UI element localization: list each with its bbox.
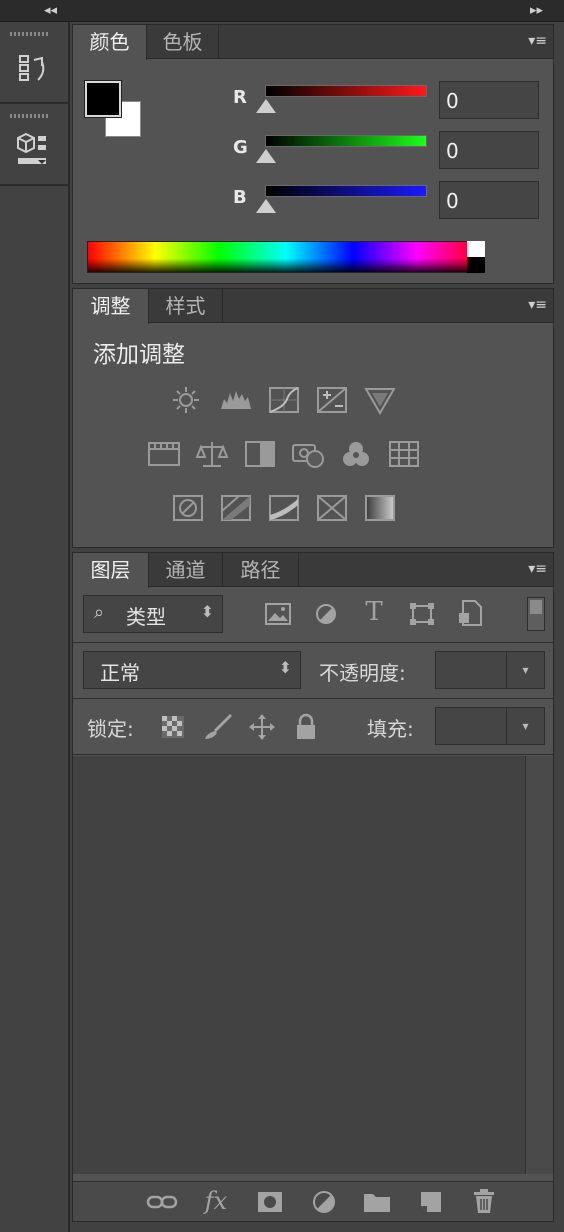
new-layer-icon[interactable] (415, 1188, 445, 1216)
channel-mixer-icon[interactable] (339, 439, 373, 469)
spectrum-white-sample[interactable] (467, 241, 485, 257)
adjustments-panel: 调整 样式 ▾≡ 添加调整 (72, 288, 554, 548)
chevron-down-icon: ▾ (522, 719, 529, 733)
panel-menu-icon[interactable]: ▾≡ (517, 293, 547, 317)
tab-paths[interactable]: 路径 (223, 553, 299, 587)
3d-properties-icon[interactable] (14, 130, 50, 170)
filter-pixel-icon[interactable] (263, 601, 293, 627)
channel-label-g: G (233, 137, 248, 158)
tab-color[interactable]: 颜色 (73, 25, 147, 60)
gradient-map-icon[interactable] (363, 493, 397, 523)
channel-label-r: R (233, 87, 247, 108)
posterize-icon[interactable] (219, 493, 253, 523)
threshold-icon[interactable] (267, 493, 301, 523)
layer-list[interactable] (73, 756, 525, 1174)
levels-icon[interactable] (219, 385, 253, 415)
add-adjustment-title: 添加调整 (93, 342, 185, 368)
color-panel-tabbar: 颜色 色板 ▾≡ (73, 25, 553, 60)
tab-layers[interactable]: 图层 (73, 553, 149, 588)
fill-input[interactable]: ▾ (435, 707, 545, 745)
blend-mode-value: 正常 (100, 661, 140, 685)
tab-swatches[interactable]: 色板 (147, 25, 219, 59)
opacity-label: 不透明度: (319, 661, 406, 685)
updown-icon: ⬍ (200, 602, 214, 621)
layers-tabbar: 图层 通道 路径 ▾≡ (73, 553, 553, 588)
slider-thumb-red[interactable] (256, 99, 276, 113)
dock-grip[interactable] (10, 32, 50, 36)
layer-mask-icon[interactable] (255, 1188, 285, 1216)
layers-footer: fx (73, 1181, 553, 1221)
channel-label-b: B (233, 187, 247, 208)
slider-red[interactable] (265, 85, 427, 97)
filter-smart-object-icon[interactable] (455, 599, 485, 627)
slider-thumb-green[interactable] (256, 149, 276, 163)
blend-mode-dropdown[interactable]: 正常 ⬍ (83, 651, 301, 689)
link-layers-icon[interactable] (145, 1188, 179, 1216)
brightness-contrast-icon[interactable] (169, 385, 203, 415)
layer-filter-row: ⌕ 类型 ⬍ T (73, 587, 553, 643)
input-green[interactable]: 0 (439, 131, 539, 169)
filter-type-icon[interactable]: T (359, 597, 389, 627)
foreground-color-swatch[interactable] (84, 80, 122, 118)
fill-label: 填充: (367, 717, 414, 741)
trash-icon[interactable] (469, 1186, 499, 1216)
collapse-left-icon[interactable]: ◂◂ (44, 0, 57, 22)
adjustments-tabbar: 调整 样式 ▾≡ (73, 289, 553, 324)
filter-toggle-switch[interactable] (527, 597, 545, 631)
color-balance-icon[interactable] (195, 439, 229, 469)
dock-divider (0, 102, 68, 104)
color-panel: 颜色 色板 ▾≡ R 0 G 0 B 0 (72, 24, 554, 284)
opacity-dropdown-arrow[interactable]: ▾ (506, 652, 544, 688)
slider-thumb-blue[interactable] (256, 199, 276, 213)
blend-row: 正常 ⬍ 不透明度: ▾ (73, 643, 553, 699)
filter-adjustment-icon[interactable] (311, 601, 341, 627)
fill-dropdown-arrow[interactable]: ▾ (506, 708, 544, 744)
opacity-input[interactable]: ▾ (435, 651, 545, 689)
slider-blue[interactable] (265, 185, 427, 197)
vibrance-icon[interactable] (363, 385, 397, 415)
color-spectrum[interactable] (87, 241, 485, 273)
collapse-right-icon[interactable]: ▸▸ (530, 0, 543, 22)
search-icon: ⌕ (94, 602, 105, 623)
invert-icon[interactable] (171, 493, 205, 523)
adjustment-layer-icon[interactable] (309, 1188, 339, 1216)
chevron-down-icon: ▾ (522, 663, 529, 677)
selective-color-icon[interactable] (315, 493, 349, 523)
panel-menu-icon[interactable]: ▾≡ (517, 557, 547, 581)
top-bar: ◂◂ ▸▸ (0, 0, 564, 22)
exposure-icon[interactable] (315, 385, 349, 415)
fx-icon[interactable]: fx (199, 1186, 233, 1216)
slider-green[interactable] (265, 135, 427, 147)
lock-label: 锁定: (87, 717, 134, 741)
lock-all-icon[interactable] (293, 713, 319, 741)
lock-transparent-pixels-icon[interactable] (161, 715, 185, 739)
black-white-icon[interactable] (243, 439, 277, 469)
input-red[interactable]: 0 (439, 81, 539, 119)
filter-shape-icon[interactable] (407, 601, 437, 627)
panel-menu-icon[interactable]: ▾≡ (517, 29, 547, 53)
lock-row: 锁定: 填充: ▾ (73, 699, 553, 755)
hue-saturation-icon[interactable] (147, 439, 181, 469)
dock-grip[interactable] (10, 114, 50, 118)
filter-kind-dropdown[interactable]: ⌕ 类型 ⬍ (83, 595, 223, 633)
layer-list-scrollbar[interactable] (525, 756, 553, 1174)
lock-position-icon[interactable] (247, 713, 277, 741)
left-dock (0, 22, 70, 1232)
spectrum-black-sample[interactable] (467, 257, 485, 273)
photo-filter-icon[interactable] (291, 439, 325, 469)
tab-styles[interactable]: 样式 (149, 289, 223, 323)
tab-adjustments[interactable]: 调整 (73, 289, 149, 324)
layers-panel: 图层 通道 路径 ▾≡ ⌕ 类型 ⬍ T 正常 ⬍ 不透明度: ▾ 锁定: 填充… (72, 552, 554, 1222)
lock-image-pixels-icon[interactable] (201, 713, 235, 741)
history-icon[interactable] (16, 52, 50, 86)
filter-kind-label: 类型 (126, 605, 166, 629)
tab-channels[interactable]: 通道 (149, 553, 223, 587)
color-lookup-icon[interactable] (387, 439, 421, 469)
input-blue[interactable]: 0 (439, 181, 539, 219)
folder-icon[interactable] (361, 1188, 393, 1216)
updown-icon: ⬍ (278, 658, 292, 677)
curves-icon[interactable] (267, 385, 301, 415)
dock-divider (0, 184, 68, 186)
